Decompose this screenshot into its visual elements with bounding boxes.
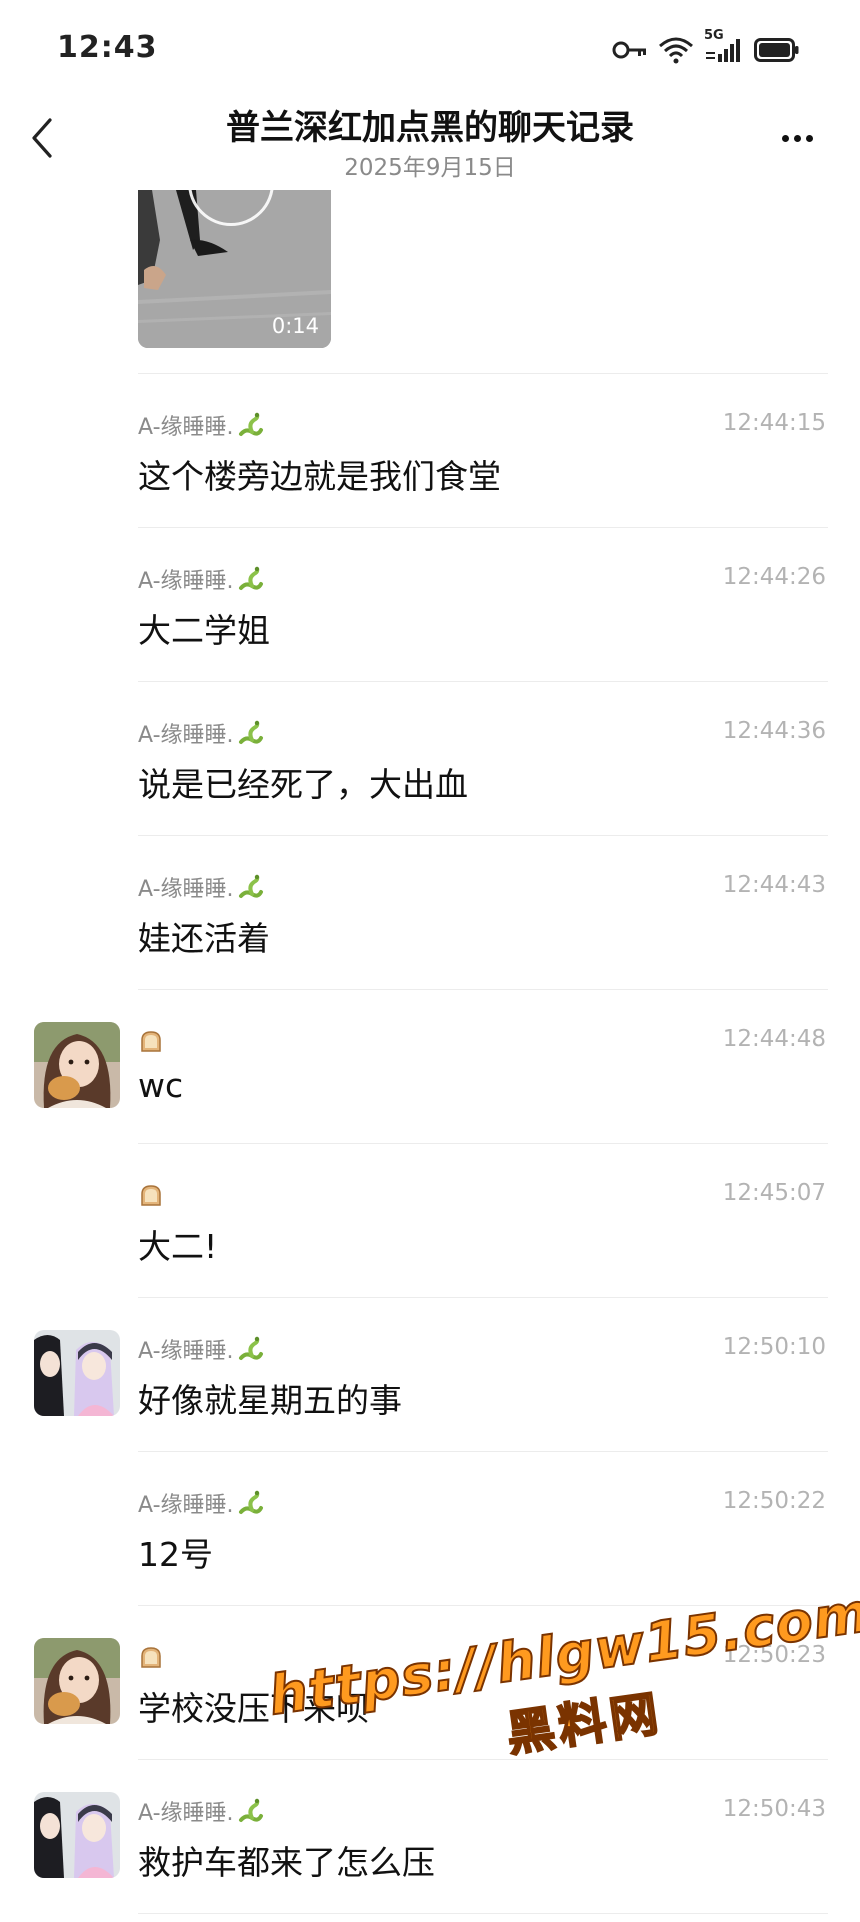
status-time: 12:43	[57, 30, 158, 65]
snake-emoji-icon	[238, 1336, 264, 1362]
chat-history[interactable]: 0:14 A-缘睡睡. 12:44:15 这个楼旁边就是我们食堂 A-缘睡睡. 12:4…	[0, 190, 860, 1922]
more-dots-icon	[781, 134, 789, 142]
chat-header: 普兰深红加点黑的聊天记录 2025年9月15日	[0, 100, 860, 190]
avatar[interactable]	[34, 1638, 120, 1724]
sender-name: A-缘睡睡.	[138, 1488, 264, 1518]
message-text: 大二!	[138, 1227, 218, 1266]
wifi-icon	[658, 36, 694, 64]
message-row[interactable]: A-缘睡睡. 12:44:43 娃还活着	[0, 836, 860, 990]
message-row[interactable]: A-缘睡睡. 12:44:26 大二学姐	[0, 528, 860, 682]
bread-emoji-icon	[138, 1182, 164, 1208]
bread-emoji-icon	[138, 1028, 164, 1054]
sender-name-text: A-缘睡睡.	[138, 569, 234, 594]
message-row[interactable]: A-缘睡睡. 12:50:43 救护车都来了怎么压	[0, 1760, 860, 1914]
snake-emoji-icon	[238, 566, 264, 592]
message-text: 救护车都来了怎么压	[138, 1843, 435, 1882]
message-row[interactable]: 12:44:48 wc	[0, 990, 860, 1144]
message-time: 12:44:43	[722, 872, 826, 898]
video-message[interactable]: 0:14	[138, 190, 331, 348]
message-row[interactable]: 12:45:07 大二!	[0, 1144, 860, 1298]
page-subtitle: 2025年9月15日	[344, 155, 516, 181]
message-text: wc	[138, 1066, 184, 1105]
battery-icon	[754, 37, 800, 63]
message-time: 12:44:36	[722, 718, 826, 744]
sender-name	[138, 1180, 164, 1210]
sender-name	[138, 1642, 164, 1672]
message-time: 12:45:07	[722, 1180, 826, 1206]
message-text: 好像就星期五的事	[138, 1381, 402, 1420]
message-time: 12:50:23	[722, 1642, 826, 1668]
snake-emoji-icon	[238, 1490, 264, 1516]
message-row[interactable]: A-缘睡睡. 12:44:15 这个楼旁边就是我们食堂	[0, 374, 860, 528]
message-time: 12:44:26	[722, 564, 826, 590]
message-row[interactable]: A-缘睡睡. 12:50:10 好像就星期五的事	[0, 1298, 860, 1452]
sender-name-text: A-缘睡睡.	[138, 415, 234, 440]
avatar[interactable]	[34, 1330, 120, 1416]
status-icons: 5G	[612, 28, 800, 66]
snake-emoji-icon	[238, 720, 264, 746]
sender-name-text: A-缘睡睡.	[138, 1801, 234, 1826]
snake-emoji-icon	[238, 1798, 264, 1824]
message-text: 12号	[138, 1535, 213, 1574]
message-time: 12:50:22	[722, 1488, 826, 1514]
sender-name: A-缘睡睡.	[138, 410, 264, 440]
sender-name-text: A-缘睡睡.	[138, 1339, 234, 1364]
message-row[interactable]: A-缘睡睡. 12:50:22 12号	[0, 1452, 860, 1606]
message-text: 学校没压下来呗	[138, 1689, 369, 1728]
message-text: 说是已经死了，大出血	[138, 765, 468, 804]
sender-name	[138, 1026, 164, 1056]
message-time: 12:44:15	[722, 410, 826, 436]
snake-emoji-icon	[238, 412, 264, 438]
bread-emoji-icon	[138, 1644, 164, 1670]
sender-name: A-缘睡睡.	[138, 564, 264, 594]
message-time: 12:50:43	[722, 1796, 826, 1822]
message-text: 娃还活着	[138, 919, 270, 958]
sender-name-text: A-缘睡睡.	[138, 1493, 234, 1518]
more-button[interactable]	[772, 118, 822, 158]
sender-name: A-缘睡睡.	[138, 872, 264, 902]
signal-icon: 5G	[704, 28, 744, 64]
status-bar: 12:43 5G	[0, 0, 860, 100]
message-text: 大二学姐	[138, 611, 270, 650]
avatar[interactable]	[34, 1792, 120, 1878]
sender-name-text: A-缘睡睡.	[138, 877, 234, 902]
avatar[interactable]	[34, 1022, 120, 1108]
sender-name: A-缘睡睡.	[138, 1334, 264, 1364]
message-text: 这个楼旁边就是我们食堂	[138, 457, 501, 496]
page-title: 普兰深红加点黑的聊天记录	[226, 108, 634, 148]
video-duration: 0:14	[271, 314, 319, 338]
snake-emoji-icon	[238, 874, 264, 900]
key-icon	[612, 40, 648, 60]
message-time: 12:50:10	[722, 1334, 826, 1360]
message-row[interactable]: 12:50:23 学校没压下来呗	[0, 1606, 860, 1760]
sender-name: A-缘睡睡.	[138, 1796, 264, 1826]
message-row[interactable]: A-缘睡睡. 12:44:36 说是已经死了，大出血	[0, 682, 860, 836]
message-time: 12:44:48	[722, 1026, 826, 1052]
sender-name: A-缘睡睡.	[138, 718, 264, 748]
sender-name-text: A-缘睡睡.	[138, 723, 234, 748]
divider	[138, 1913, 828, 1914]
network-type: 5G	[704, 28, 724, 43]
